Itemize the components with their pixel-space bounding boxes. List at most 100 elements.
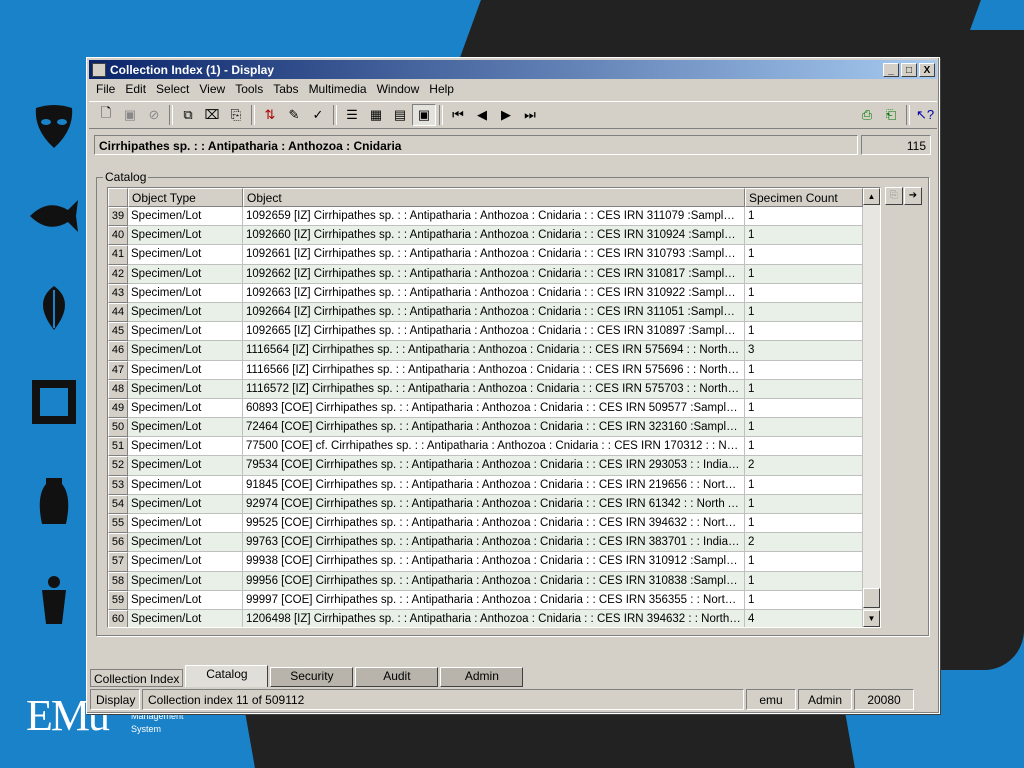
- tab-catalog[interactable]: Catalog: [185, 665, 269, 687]
- cell-object-type[interactable]: Specimen/Lot: [128, 360, 243, 380]
- cell-object[interactable]: 99997 [COE] Cirrhipathes sp. : : Antipat…: [243, 590, 745, 610]
- attach-grid-icon[interactable]: ⎘: [885, 187, 903, 205]
- column-header-object[interactable]: Object: [243, 188, 745, 207]
- cell-specimen-count[interactable]: 2: [745, 456, 863, 476]
- table-row[interactable]: 53 Specimen/Lot 91845 [COE] Cirrhipathes s…: [108, 475, 880, 495]
- scroll-up-icon[interactable]: ▲: [863, 188, 880, 205]
- cell-object-type[interactable]: Specimen/Lot: [128, 456, 243, 476]
- row-number[interactable]: 43: [108, 283, 128, 303]
- cell-object[interactable]: 1092663 [IZ] Cirrhipathes sp. : : Antipa…: [243, 283, 745, 303]
- cell-specimen-count[interactable]: 1: [745, 207, 863, 227]
- cell-object-type[interactable]: Specimen/Lot: [128, 341, 243, 361]
- cell-object-type[interactable]: Specimen/Lot: [128, 398, 243, 419]
- delete-record-icon[interactable]: ⌧: [200, 104, 224, 126]
- table-row[interactable]: 60 Specimen/Lot 1206498 [IZ] Cirrhipathes …: [108, 609, 880, 627]
- row-number[interactable]: 44: [108, 302, 128, 323]
- row-number[interactable]: 60: [108, 609, 128, 627]
- cell-object[interactable]: 1092662 [IZ] Cirrhipathes sp. : : Antipa…: [243, 264, 745, 284]
- table-row[interactable]: 57 Specimen/Lot 99938 [COE] Cirrhipathes s…: [108, 552, 880, 572]
- cell-specimen-count[interactable]: 1: [745, 360, 863, 380]
- grid-vertical-scrollbar[interactable]: ▲ ▼: [863, 188, 880, 627]
- menu-tabs[interactable]: Tabs: [268, 81, 303, 99]
- first-record-icon[interactable]: ⏮: [446, 104, 470, 126]
- cell-object[interactable]: 60893 [COE] Cirrhipathes sp. : : Antipat…: [243, 398, 745, 419]
- column-header-object-type[interactable]: Object Type: [128, 188, 243, 207]
- tab-audit[interactable]: Audit: [355, 667, 439, 687]
- table-row[interactable]: 45 Specimen/Lot 1092665 [IZ] Cirrhipathes …: [108, 322, 880, 342]
- row-number[interactable]: 40: [108, 226, 128, 246]
- cell-object[interactable]: 99763 [COE] Cirrhipathes sp. : : Antipat…: [243, 533, 745, 553]
- open-record-icon[interactable]: ⧉: [176, 104, 200, 126]
- row-number[interactable]: 42: [108, 264, 128, 284]
- menu-file[interactable]: File: [91, 81, 120, 99]
- table-row[interactable]: 52 Specimen/Lot 79534 [COE] Cirrhipathes s…: [108, 456, 880, 476]
- cell-object-type[interactable]: Specimen/Lot: [128, 226, 243, 246]
- cell-object-type[interactable]: Specimen/Lot: [128, 609, 243, 627]
- cell-object-type[interactable]: Specimen/Lot: [128, 379, 243, 399]
- cell-specimen-count[interactable]: 1: [745, 264, 863, 284]
- table-row[interactable]: 42 Specimen/Lot 1092662 [IZ] Cirrhipathes …: [108, 264, 880, 284]
- row-number[interactable]: 51: [108, 437, 128, 457]
- cell-object[interactable]: 1116564 [IZ] Cirrhipathes sp. : : Antipa…: [243, 341, 745, 361]
- table-row[interactable]: 49 Specimen/Lot 60893 [COE] Cirrhipathes s…: [108, 398, 880, 419]
- cell-specimen-count[interactable]: 2: [745, 533, 863, 553]
- row-number[interactable]: 55: [108, 514, 128, 534]
- table-row[interactable]: 44 Specimen/Lot 1092664 [IZ] Cirrhipathes …: [108, 302, 880, 323]
- display-view-icon[interactable]: ▣: [412, 104, 436, 126]
- cell-object-type[interactable]: Specimen/Lot: [128, 245, 243, 265]
- last-record-icon[interactable]: ⏭: [518, 104, 542, 126]
- row-number[interactable]: 53: [108, 475, 128, 495]
- list-view-icon[interactable]: ▦: [364, 104, 388, 126]
- row-number[interactable]: 46: [108, 341, 128, 361]
- menu-select[interactable]: Select: [151, 81, 194, 99]
- cell-specimen-count[interactable]: 1: [745, 226, 863, 246]
- row-number[interactable]: 49: [108, 398, 128, 419]
- menu-multimedia[interactable]: Multimedia: [304, 81, 372, 99]
- spellcheck-icon[interactable]: ✓: [306, 104, 330, 126]
- table-row[interactable]: 50 Specimen/Lot 72464 [COE] Cirrhipathes s…: [108, 418, 880, 438]
- cell-specimen-count[interactable]: 3: [745, 341, 863, 361]
- help-pointer-icon[interactable]: ↖?: [913, 104, 937, 126]
- row-number[interactable]: 58: [108, 571, 128, 591]
- row-number[interactable]: 48: [108, 379, 128, 399]
- cell-specimen-count[interactable]: 1: [745, 475, 863, 495]
- details-view-icon[interactable]: ☰: [340, 104, 364, 126]
- row-number[interactable]: 56: [108, 533, 128, 553]
- table-row[interactable]: 58 Specimen/Lot 99956 [COE] Cirrhipathes s…: [108, 571, 880, 591]
- cell-specimen-count[interactable]: 1: [745, 590, 863, 610]
- table-row[interactable]: 55 Specimen/Lot 99525 [COE] Cirrhipathes s…: [108, 514, 880, 534]
- attach-icon[interactable]: ⎙: [855, 104, 879, 126]
- table-row[interactable]: 47 Specimen/Lot 1116566 [IZ] Cirrhipathes …: [108, 360, 880, 380]
- cell-specimen-count[interactable]: 1: [745, 514, 863, 534]
- table-row[interactable]: 54 Specimen/Lot 92974 [COE] Cirrhipathes s…: [108, 494, 880, 514]
- cell-object[interactable]: 1092665 [IZ] Cirrhipathes sp. : : Antipa…: [243, 322, 745, 342]
- save-icon[interactable]: ▣: [118, 104, 142, 126]
- cell-object-type[interactable]: Specimen/Lot: [128, 571, 243, 591]
- scroll-thumb[interactable]: [863, 588, 880, 608]
- row-number[interactable]: 39: [108, 207, 128, 227]
- cell-object-type[interactable]: Specimen/Lot: [128, 437, 243, 457]
- cell-object-type[interactable]: Specimen/Lot: [128, 494, 243, 514]
- cell-object-type[interactable]: Specimen/Lot: [128, 302, 243, 323]
- menu-window[interactable]: Window: [372, 81, 425, 99]
- table-row[interactable]: 46 Specimen/Lot 1116564 [IZ] Cirrhipathes …: [108, 341, 880, 361]
- table-row[interactable]: 48 Specimen/Lot 1116572 [IZ] Cirrhipathes …: [108, 379, 880, 399]
- cell-object[interactable]: 1116572 [IZ] Cirrhipathes sp. : : Antipa…: [243, 379, 745, 399]
- cell-object[interactable]: 1206498 [IZ] Cirrhipathes sp. : : Antipa…: [243, 609, 745, 627]
- cell-specimen-count[interactable]: 1: [745, 283, 863, 303]
- cell-specimen-count[interactable]: 4: [745, 609, 863, 627]
- scroll-down-icon[interactable]: ▼: [863, 610, 880, 627]
- row-header-corner[interactable]: [108, 188, 128, 207]
- menu-edit[interactable]: Edit: [120, 81, 151, 99]
- cell-object-type[interactable]: Specimen/Lot: [128, 514, 243, 534]
- row-number[interactable]: 59: [108, 590, 128, 610]
- attach-multiple-icon[interactable]: ⎗: [879, 104, 903, 126]
- cancel-icon[interactable]: ⊘: [142, 104, 166, 126]
- app-icon[interactable]: [92, 62, 106, 77]
- minimize-button[interactable]: _: [883, 62, 899, 77]
- cell-object[interactable]: 1116566 [IZ] Cirrhipathes sp. : : Antipa…: [243, 360, 745, 380]
- row-number[interactable]: 54: [108, 494, 128, 514]
- cell-specimen-count[interactable]: 1: [745, 571, 863, 591]
- next-record-icon[interactable]: ▶: [494, 104, 518, 126]
- cell-object-type[interactable]: Specimen/Lot: [128, 283, 243, 303]
